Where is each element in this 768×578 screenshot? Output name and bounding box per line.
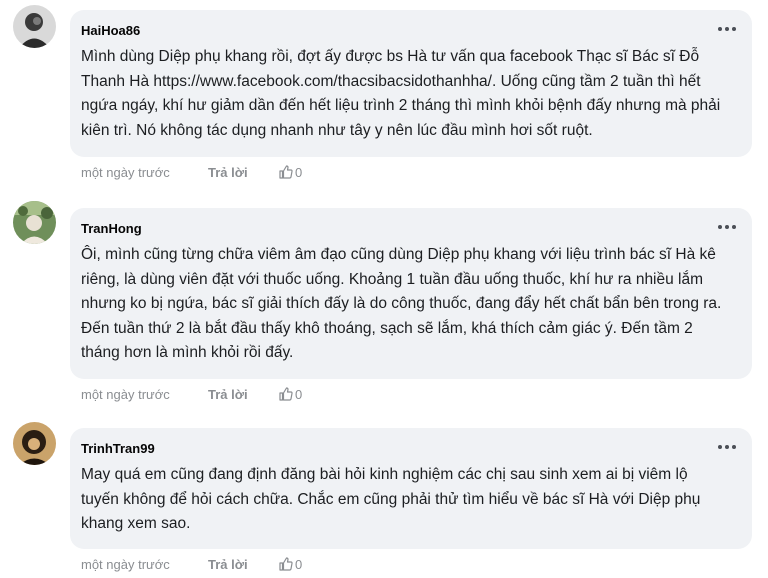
like-count: 0: [295, 164, 303, 180]
like-button[interactable]: 0: [278, 386, 302, 402]
more-options-icon[interactable]: [716, 20, 738, 38]
thumbs-up-icon: [279, 387, 293, 401]
thumbs-up-icon: [279, 165, 293, 179]
more-options-icon[interactable]: [716, 438, 738, 456]
comment-actions: một ngày trước Trả lời 0: [81, 386, 302, 402]
more-options-icon[interactable]: [716, 218, 738, 236]
like-button[interactable]: 0: [278, 164, 302, 180]
thumbs-up-icon: [279, 557, 293, 571]
comment-actions: một ngày trước Trả lời 0: [81, 556, 302, 572]
reply-button[interactable]: Trả lời: [208, 165, 278, 180]
reply-button[interactable]: Trả lời: [208, 557, 278, 572]
comment-author[interactable]: TrinhTran99: [81, 441, 722, 457]
comment-author[interactable]: TranHong: [81, 221, 722, 237]
comment-bubble: HaiHoa86 Mình dùng Diệp phụ khang rồi, đ…: [70, 10, 752, 157]
comment-text: May quá em cũng đang định đăng bài hỏi k…: [81, 466, 701, 532]
like-count: 0: [295, 556, 303, 572]
comment-time: một ngày trước: [81, 556, 170, 572]
comment-time: một ngày trước: [81, 386, 170, 402]
like-count: 0: [295, 386, 303, 402]
avatar[interactable]: [13, 5, 56, 48]
comment-actions: một ngày trước Trả lời 0: [81, 164, 302, 180]
comment-bubble: TranHong Ôi, mình cũng từng chữa viêm âm…: [70, 208, 752, 379]
comment-bubble: TrinhTran99 May quá em cũng đang định đă…: [70, 428, 752, 549]
comment-text: Mình dùng Diệp phụ khang rồi, đợt ấy đượ…: [81, 48, 721, 139]
like-button[interactable]: 0: [278, 556, 302, 572]
comment-author[interactable]: HaiHoa86: [81, 23, 722, 39]
comment-text: Ôi, mình cũng từng chữa viêm âm đạo cũng…: [81, 246, 722, 361]
avatar[interactable]: [13, 201, 56, 244]
reply-button[interactable]: Trả lời: [208, 387, 278, 402]
comment-time: một ngày trước: [81, 164, 170, 180]
avatar[interactable]: [13, 422, 56, 465]
